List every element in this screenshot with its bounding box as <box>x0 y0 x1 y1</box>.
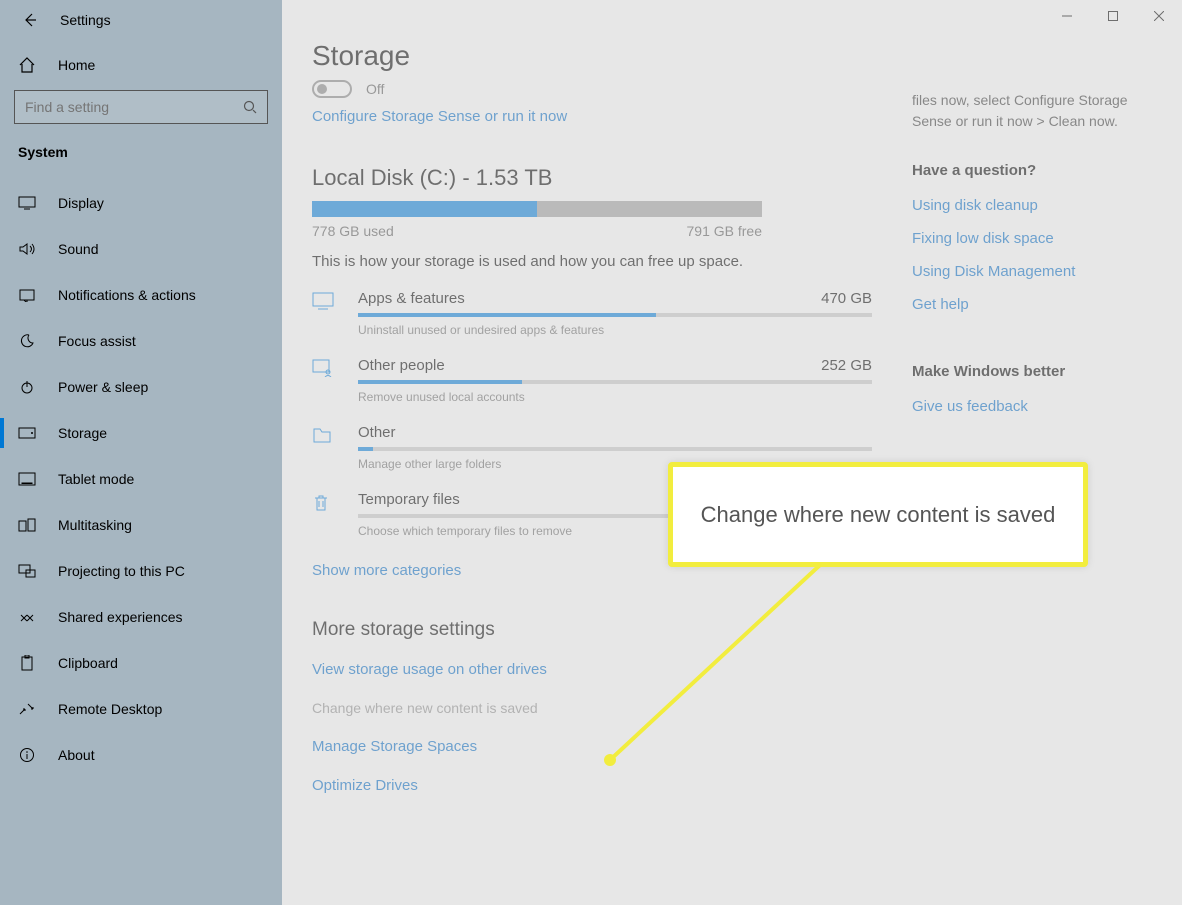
toggle-label: Off <box>366 81 384 97</box>
help-low-disk-link[interactable]: Fixing low disk space <box>912 230 1152 247</box>
close-button[interactable] <box>1136 0 1182 32</box>
notifications-icon <box>18 286 36 304</box>
category-apps[interactable]: Apps & features470 GB Uninstall unused o… <box>312 290 872 337</box>
callout-text: Change where new content is saved <box>701 502 1056 528</box>
remote-desktop-icon <box>18 700 36 718</box>
nav-notifications[interactable]: Notifications & actions <box>0 272 282 318</box>
nav-storage[interactable]: Storage <box>0 410 282 456</box>
home-icon <box>18 56 36 74</box>
help-get-help-link[interactable]: Get help <box>912 296 1152 313</box>
annotation-arrow <box>580 560 880 770</box>
tablet-icon <box>18 470 36 488</box>
display-icon <box>18 194 36 212</box>
disk-free: 791 GB free <box>687 223 763 239</box>
nav-sound[interactable]: Sound <box>0 226 282 272</box>
projecting-icon <box>18 562 36 580</box>
annotation-callout: Change where new content is saved <box>668 462 1088 567</box>
right-intro-text: files now, select Configure Storage Sens… <box>912 90 1152 132</box>
people-icon <box>312 357 338 404</box>
arrow-left-icon <box>22 12 38 28</box>
close-icon <box>1154 11 1164 21</box>
storage-icon <box>18 424 36 442</box>
help-disk-cleanup-link[interactable]: Using disk cleanup <box>912 197 1152 214</box>
nav-list: Display Sound Notifications & actions Fo… <box>0 180 282 778</box>
make-better-heading: Make Windows better <box>912 363 1152 380</box>
app-title: Settings <box>60 12 111 28</box>
optimize-drives-link[interactable]: Optimize Drives <box>312 777 872 794</box>
section-label: System <box>0 144 282 180</box>
sidebar: Settings Home System Display Sound Notif… <box>0 0 282 905</box>
home-nav[interactable]: Home <box>0 40 282 90</box>
titlebar: Settings <box>0 0 282 40</box>
nav-about[interactable]: About <box>0 732 282 778</box>
nav-remote-desktop[interactable]: Remote Desktop <box>0 686 282 732</box>
clipboard-icon <box>18 654 36 672</box>
nav-shared-experiences[interactable]: Shared experiences <box>0 594 282 640</box>
toggle-track <box>312 80 352 98</box>
disk-desc: This is how your storage is used and how… <box>312 253 872 270</box>
power-icon <box>18 378 36 396</box>
configure-storage-sense-link[interactable]: Configure Storage Sense or run it now <box>312 108 872 125</box>
page-title: Storage <box>312 40 872 72</box>
shared-icon <box>18 608 36 626</box>
nav-tablet-mode[interactable]: Tablet mode <box>0 456 282 502</box>
maximize-icon <box>1108 11 1118 21</box>
apps-icon <box>312 290 338 337</box>
moon-icon <box>18 332 36 350</box>
back-button[interactable] <box>20 10 40 30</box>
window-controls <box>1044 0 1182 32</box>
search-input[interactable] <box>25 99 234 115</box>
disk-usage-bar <box>312 201 762 217</box>
search-icon <box>243 100 257 114</box>
nav-focus-assist[interactable]: Focus assist <box>0 318 282 364</box>
nav-clipboard[interactable]: Clipboard <box>0 640 282 686</box>
multitasking-icon <box>18 516 36 534</box>
nav-multitasking[interactable]: Multitasking <box>0 502 282 548</box>
disk-stats: 778 GB used 791 GB free <box>312 223 762 239</box>
have-question-heading: Have a question? <box>912 162 1152 179</box>
help-disk-mgmt-link[interactable]: Using Disk Management <box>912 263 1152 280</box>
trash-icon <box>312 491 338 538</box>
disk-title: Local Disk (C:) - 1.53 TB <box>312 165 872 191</box>
folder-icon <box>312 424 338 471</box>
maximize-button[interactable] <box>1090 0 1136 32</box>
minimize-button[interactable] <box>1044 0 1090 32</box>
disk-used: 778 GB used <box>312 223 394 239</box>
info-icon <box>18 746 36 764</box>
sound-icon <box>18 240 36 258</box>
nav-projecting[interactable]: Projecting to this PC <box>0 548 282 594</box>
search-box[interactable] <box>14 90 268 124</box>
storage-sense-toggle[interactable]: Off <box>312 80 872 98</box>
home-label: Home <box>58 57 95 73</box>
feedback-link[interactable]: Give us feedback <box>912 398 1152 415</box>
category-other-people[interactable]: Other people252 GB Remove unused local a… <box>312 357 872 404</box>
nav-power-sleep[interactable]: Power & sleep <box>0 364 282 410</box>
minimize-icon <box>1062 11 1072 21</box>
nav-display[interactable]: Display <box>0 180 282 226</box>
